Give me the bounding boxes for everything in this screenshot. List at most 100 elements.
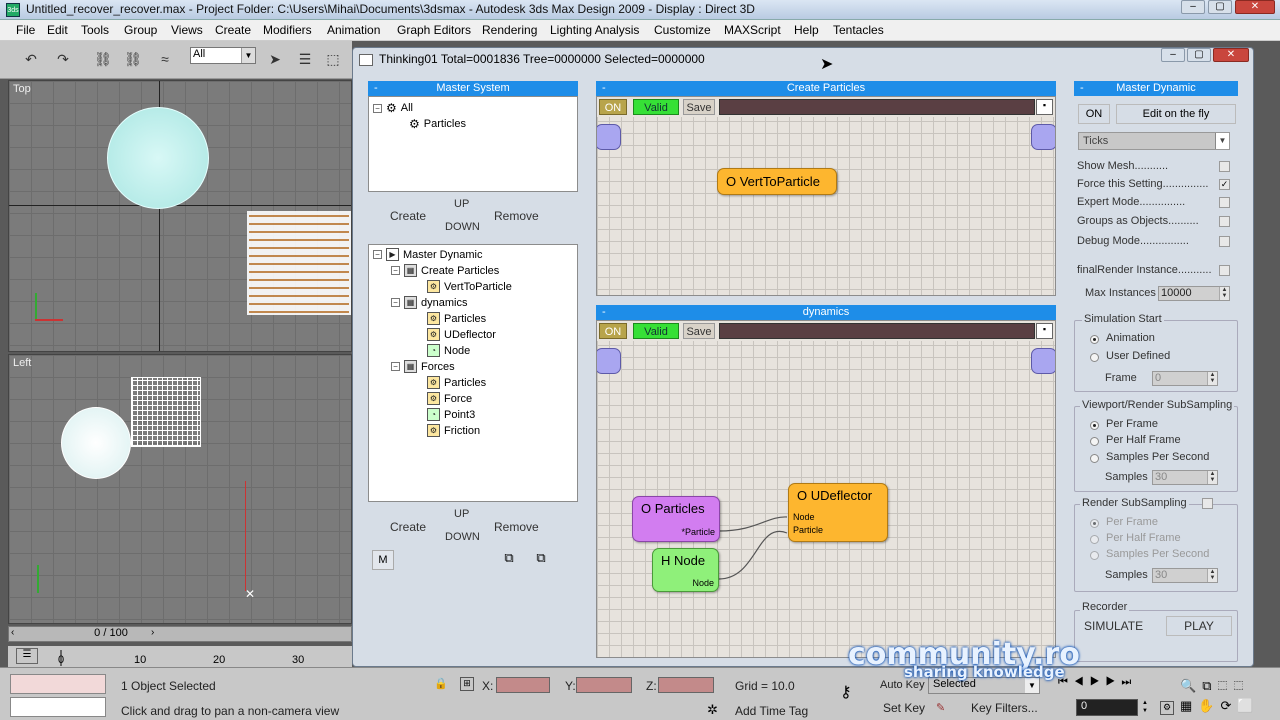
menu-create[interactable]: Create — [215, 23, 251, 37]
menu-help[interactable]: Help — [794, 23, 819, 37]
verttoparticle-node[interactable]: O VertToParticle — [717, 168, 837, 195]
tree-item-udeflector[interactable]: ⚙ UDeflector — [427, 328, 496, 341]
menu-tentacles[interactable]: Tentacles — [833, 23, 884, 37]
next-frame-icon[interactable]: ▶ — [1106, 676, 1122, 688]
edit-on-the-fly-button[interactable]: Edit on the fly — [1116, 104, 1236, 124]
sphere-object[interactable] — [107, 107, 209, 209]
unlink-icon[interactable]: ⛓ — [122, 48, 144, 70]
transform-mode-icon[interactable]: ⊞ — [460, 677, 474, 691]
thinking-close-button[interactable]: ✕ — [1213, 48, 1249, 62]
bind-space-warp-icon[interactable]: ≈ — [154, 48, 176, 70]
create-particles-name-field[interactable] — [719, 99, 1035, 115]
undo-icon[interactable]: ↶ — [20, 48, 42, 70]
final-render-checkbox[interactable] — [1219, 265, 1230, 276]
samples-per-second-radio[interactable] — [1090, 454, 1099, 463]
key-filters-button[interactable]: Key Filters... — [971, 701, 1038, 715]
create-particles-save-button[interactable]: Save — [683, 99, 715, 115]
per-frame-radio[interactable] — [1090, 421, 1099, 430]
render-per-half-frame-radio[interactable] — [1090, 535, 1099, 544]
copy-icon[interactable]: ⧉ — [498, 550, 520, 570]
select-object-icon[interactable]: ➤ — [264, 48, 286, 70]
viewport-left-label[interactable]: Left — [13, 357, 31, 369]
box-object-left[interactable] — [131, 377, 201, 447]
z-coordinate-field[interactable] — [658, 677, 714, 693]
region-zoom-icon[interactable]: ▦ — [1180, 698, 1198, 713]
zoom-icon[interactable]: 🔍 — [1180, 678, 1202, 693]
app-icon[interactable]: 3ds — [6, 3, 20, 17]
menu-views[interactable]: Views — [171, 23, 203, 37]
tree-item-verttoparticle[interactable]: ⚙ VertToParticle — [427, 280, 512, 293]
zoom-all-icon[interactable]: ⧉ — [1202, 678, 1217, 693]
user-defined-radio[interactable] — [1090, 353, 1099, 362]
tree-item-point3[interactable]: ◔ Point3 — [427, 408, 475, 421]
lock-icon[interactable]: 🔒 — [434, 677, 448, 691]
viewport-left[interactable]: ✕ Left — [8, 354, 352, 624]
create-particles-canvas[interactable]: ON Valid Save ▪ O VertToParticle — [596, 96, 1056, 296]
render-subsampling-checkbox[interactable] — [1202, 498, 1213, 509]
dynamics-header[interactable]: - dynamics — [596, 305, 1056, 320]
tree-item-particles[interactable]: ⚙ Particles — [409, 117, 466, 131]
zoom-extents-icon[interactable]: ⬚ — [1217, 678, 1233, 693]
master-dynamic-rollout-header[interactable]: - Master Dynamic — [1074, 81, 1238, 96]
menu-graph-editors[interactable]: Graph Editors — [397, 23, 471, 37]
menu-rendering[interactable]: Rendering — [482, 23, 537, 37]
tree-item-node[interactable]: ◔ Node — [427, 344, 470, 357]
input-port[interactable] — [597, 124, 621, 150]
spinner-arrows-icon[interactable]: ▲ ▼ — [1207, 372, 1217, 385]
tree-item-friction[interactable]: ⚙ Friction — [427, 424, 480, 437]
zoom-extents-all-icon[interactable]: ⬚ — [1234, 678, 1250, 693]
set-key-button[interactable]: Set Key — [883, 701, 925, 715]
groups-as-objects-checkbox[interactable] — [1219, 216, 1230, 227]
time-config-icon[interactable]: ⚙ — [1160, 701, 1174, 715]
maxscript-listener-field[interactable] — [10, 674, 106, 694]
thinking-maximize-button[interactable]: ▢ — [1187, 48, 1211, 62]
master-system-up-button[interactable]: UP — [454, 198, 469, 210]
redo-icon[interactable]: ↷ — [52, 48, 74, 70]
show-mesh-checkbox[interactable] — [1219, 161, 1230, 172]
render-samples-per-second-radio[interactable] — [1090, 551, 1099, 560]
tree-item-force[interactable]: ⚙ Force — [427, 392, 472, 405]
master-dynamic-tree[interactable]: − ▶ Master Dynamic − ▦ Create Particles ⚙ Ver… — [368, 244, 578, 502]
animation-radio[interactable] — [1090, 335, 1099, 344]
create-particles-header[interactable]: - Create Particles — [596, 81, 1056, 96]
master-system-create-button[interactable]: Create — [390, 209, 426, 223]
orbit-icon[interactable]: ⟳ — [1220, 698, 1237, 713]
menu-customize[interactable]: Customize — [654, 23, 711, 37]
select-region-icon[interactable]: ⬚ — [322, 48, 344, 70]
spinner-arrows-icon[interactable]: ▲ ▼ — [1207, 471, 1217, 484]
tree-item-all[interactable]: − ⚙ All — [373, 101, 413, 115]
tree-item-create-particles[interactable]: − ▦ Create Particles — [391, 264, 499, 277]
master-system-tree[interactable]: − ⚙ All ⚙ Particles — [368, 96, 578, 192]
time-tag-icon[interactable]: ✲ — [707, 702, 723, 718]
time-slider-prev-icon[interactable]: ‹ — [11, 627, 14, 638]
close-button[interactable]: ✕ — [1235, 0, 1275, 14]
render-per-frame-radio[interactable] — [1090, 519, 1099, 528]
menu-group[interactable]: Group — [124, 23, 157, 37]
render-samples-spinner[interactable]: 30 ▲ ▼ — [1152, 568, 1218, 583]
filter-icon[interactable]: ✎ — [936, 701, 950, 715]
spinner-arrows-icon[interactable]: ▲ ▼ — [1207, 569, 1217, 582]
menu-animation[interactable]: Animation — [327, 23, 380, 37]
m-button[interactable]: M — [372, 550, 394, 570]
paste-icon[interactable]: ⧉ — [530, 550, 552, 570]
ticks-dropdown[interactable]: Ticks ▼ — [1078, 132, 1230, 150]
master-system-header[interactable]: - Master System — [368, 81, 578, 96]
select-by-name-icon[interactable]: ☰ — [294, 48, 316, 70]
create-particles-valid-button[interactable]: Valid — [633, 99, 679, 115]
box-object[interactable] — [247, 211, 351, 315]
master-dynamic-up-button[interactable]: UP — [454, 508, 469, 520]
maximize-viewport-icon[interactable]: ⬜ — [1237, 698, 1259, 713]
spinner-arrows-icon[interactable]: ▲ ▼ — [1140, 699, 1150, 716]
add-time-tag-button[interactable]: Add Time Tag — [735, 704, 808, 718]
master-system-remove-button[interactable]: Remove — [494, 209, 539, 223]
hnode-node[interactable]: H Node Node — [652, 548, 719, 592]
menu-modifiers[interactable]: Modifiers — [263, 23, 312, 37]
udeflector-node[interactable]: O UDeflector Node Particle — [788, 483, 888, 542]
track-bar-icon[interactable]: ☰ — [16, 648, 38, 664]
key-icon[interactable]: ⚷ — [840, 682, 866, 702]
force-setting-checkbox[interactable]: ✓ — [1219, 179, 1230, 190]
sphere-object-left[interactable] — [61, 407, 131, 479]
debug-mode-checkbox[interactable] — [1219, 236, 1230, 247]
tree-item-particles[interactable]: ⚙ Particles — [427, 312, 486, 325]
tree-item-forces[interactable]: − ▦ Forces — [391, 360, 455, 373]
